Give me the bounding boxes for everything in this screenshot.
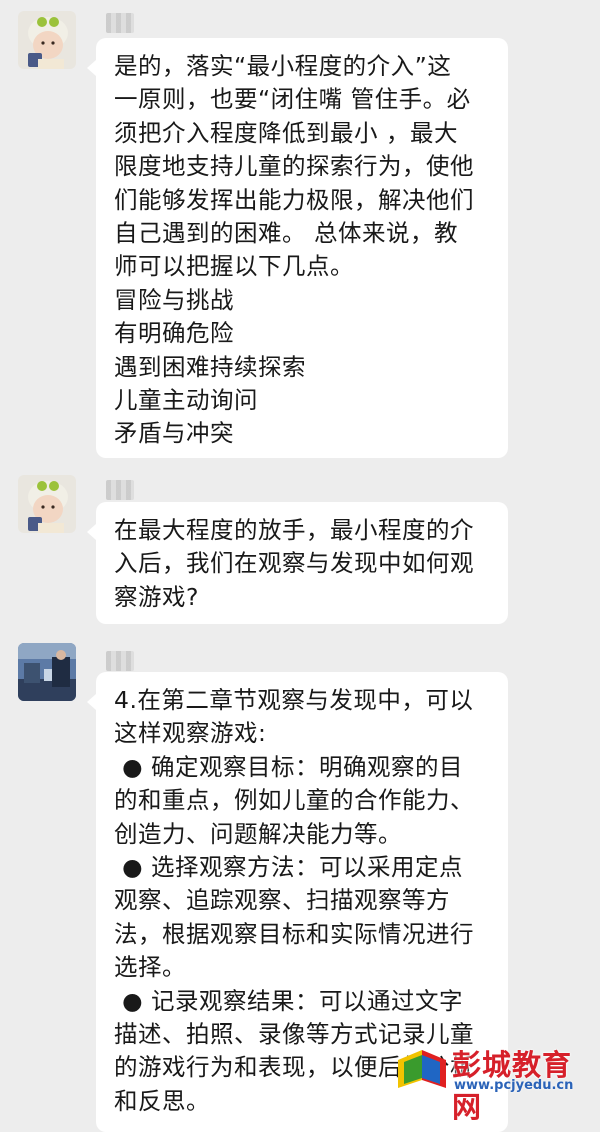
message-line: 察游戏?: [114, 582, 199, 611]
message-bubble[interactable]: 在最大程度的放手，最小程度的介 入后，我们在观察与发现中如何观 察游戏?: [87, 502, 508, 624]
message-line: 矛盾与冲突: [114, 419, 234, 448]
message-line: 冒险与挑战: [114, 285, 234, 314]
sender-name-blurred: [106, 13, 134, 33]
watermark-url: www.pcjyedu.cn: [454, 1078, 574, 1093]
message-line: 们能够发挥出能力极限，解决他们: [114, 185, 474, 214]
message-line: 是的，落实“最小程度的介入”这: [114, 52, 452, 80]
avatar-photo[interactable]: [18, 643, 76, 701]
message-line: 自己遇到的困难。 总体来说，教: [114, 219, 458, 248]
message-line: 限度地支持儿童的探索行为，使他: [114, 152, 474, 181]
message-line: 须把介入程度降低到最小 ，最大: [114, 118, 458, 147]
message-line: 儿童主动询问: [114, 386, 258, 415]
message-line: 遇到困难持续探索: [114, 352, 306, 381]
message-line: 4.在第二章节观察与发现中，可以: [114, 686, 474, 714]
message-bubble[interactable]: 是的，落实“最小程度的介入”这 一原则，也要“闭住嘴 管住手。必 须把介入程度降…: [87, 38, 508, 458]
message-line: 一原则，也要“闭住嘴 管住手。必: [114, 85, 471, 114]
message-line: 创造力、问题解决能力等。: [114, 819, 402, 848]
message-line: 法，根据观察目标和实际情况进行: [114, 919, 474, 948]
sender-name-blurred: [106, 651, 134, 671]
message-line: 入后，我们在观察与发现中如何观: [114, 549, 474, 578]
message-line: 的和重点，例如儿童的合作能力、: [114, 786, 474, 815]
site-watermark: 彭城教育网 www.pcjyedu.cn: [394, 1042, 584, 1124]
message-line: 这样观察游戏:: [114, 719, 267, 748]
message-line: ● 记录观察结果：可以通过文字: [114, 986, 463, 1015]
message-line: 在最大程度的放手，最小程度的介: [114, 516, 474, 544]
message-line: 观察、追踪观察、扫描观察等方: [114, 886, 450, 915]
message-line: ● 确定观察目标：明确观察的目: [114, 752, 463, 781]
book-logo-icon: [398, 1050, 446, 1088]
sender-name-blurred: [106, 480, 134, 500]
message-line: ● 选择观察方法：可以采用定点: [114, 853, 463, 882]
message-line: 师可以把握以下几点。: [114, 252, 354, 281]
message-line: 有明确危险: [114, 319, 234, 348]
message-line: 选择。: [114, 953, 186, 982]
avatar-baby[interactable]: [18, 475, 76, 533]
avatar-baby[interactable]: [18, 11, 76, 69]
